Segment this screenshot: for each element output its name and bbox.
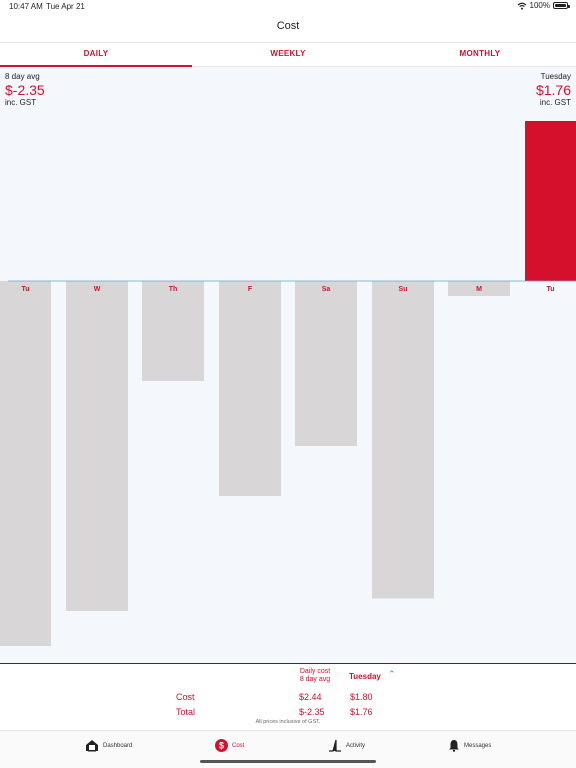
period-tabs: DAILY WEEKLY MONTHLY [0,42,576,67]
bar-5[interactable] [372,281,434,599]
bar-label-0: Tu [21,286,29,293]
tabbar-activity[interactable]: Activity [328,739,365,752]
row-cost-label: Cost [176,692,195,702]
chevron-up-icon[interactable]: ⌃ [388,669,396,680]
breakdown-header-day: Tuesday [349,672,381,681]
avg-summary: 8 day avg $-2.35 inc. GST [5,72,45,108]
status-date: Tue Apr 21 [46,2,85,11]
row-total-day: $1.76 [350,707,373,717]
tab-daily[interactable]: DAILY [0,43,192,67]
tab-weekly[interactable]: WEEKLY [192,43,384,67]
avg-gst-label: inc. GST [5,98,37,107]
header-daily-cost: Daily cost [299,668,331,675]
row-cost-avg: $2.44 [299,692,322,702]
bar-1[interactable] [66,281,128,611]
tabbar-activity-label: Activity [346,742,366,749]
selected-day-label: Tuesday [540,72,571,81]
selected-gst-label: inc. GST [539,98,571,107]
status-bar: 10:47 AM Tue Apr 21 100% [0,0,576,14]
svg-text:$: $ [219,741,224,751]
cost-chart: Tu W Th F Sa Su M Tu [0,67,576,663]
row-cost-day: $1.80 [350,692,373,702]
header-8-day-avg: 8 day avg [299,676,331,683]
bar-2[interactable] [142,281,204,381]
tabbar-dashboard-label: Dashboard [103,742,133,749]
status-time: 10:47 AM [9,2,43,11]
bell-icon [449,740,459,752]
bar-3[interactable] [219,281,281,496]
bar-label-3: F [248,286,253,293]
tabbar-cost-label: Cost [232,742,245,749]
avg-value: $-2.35 [5,82,45,98]
bar-label-4: Sa [322,286,331,293]
bar-4[interactable] [295,281,357,446]
bar-label-6: M [476,286,482,293]
house-icon [86,740,98,752]
dollar-icon: $ [215,739,228,752]
page-title: Cost [276,20,300,32]
battery-icon [553,2,570,9]
cost-breakdown: Daily cost 8 day avg Tuesday ⌃ Cost $2.4… [0,664,576,730]
wifi-icon [517,2,526,10]
row-total-avg: $-2.35 [299,707,325,717]
bar-label-1: W [94,286,101,293]
status-right: 100% [517,1,570,10]
row-total-label: Total [176,707,196,717]
bar-7[interactable] [525,121,576,281]
gst-footnote: All prices inclusive of GST. [255,719,321,725]
selected-day-value: $1.76 [535,82,571,98]
tab-monthly[interactable]: MONTHLY [384,43,576,67]
bar-0[interactable] [0,281,51,646]
activity-icon [329,739,341,752]
tabbar-cost[interactable]: $ Cost [215,739,244,752]
avg-label: 8 day avg [5,72,40,81]
battery-percent: 100% [529,1,550,10]
bar-label-2: Th [169,286,178,293]
selected-day-summary: Tuesday $1.76 inc. GST [536,72,571,108]
tabbar-messages[interactable]: Messages [448,739,491,752]
tabbar-messages-label: Messages [464,742,492,749]
breakdown-header-daily: Daily cost 8 day avg [280,668,350,684]
tabbar-dashboard[interactable]: Dashboard [85,739,132,752]
bar-label-5: Su [399,286,408,293]
bar-label-7: Tu [546,286,554,293]
home-indicator [200,760,376,763]
bar-chart: Tu W Th F Sa Su M Tu [0,121,576,646]
